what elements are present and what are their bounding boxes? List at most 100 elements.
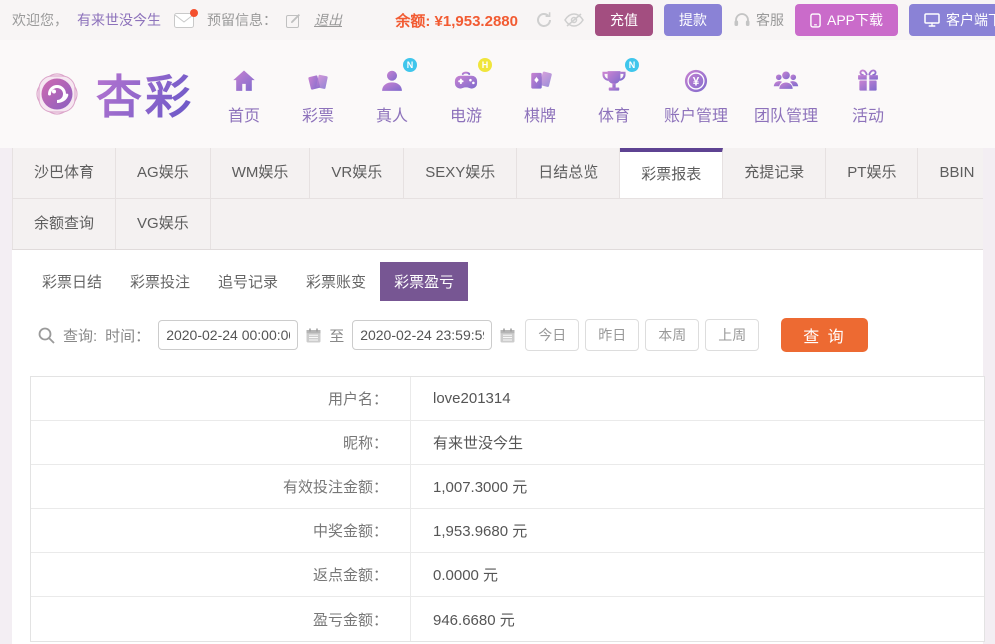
quick-range-button[interactable]: 本周 bbox=[645, 319, 700, 351]
nav-item-egames[interactable]: H 电游 bbox=[442, 57, 492, 126]
tab[interactable]: AG娱乐 bbox=[116, 148, 211, 198]
topbar: 欢迎您， 有来世没今生 预留信息： 退出 余额: ¥1,953.2880 充值 … bbox=[0, 0, 995, 40]
tab[interactable]: 彩票报表 bbox=[620, 148, 724, 198]
row-label: 昵称： bbox=[31, 421, 411, 464]
reserved-info-label: 预留信息： bbox=[207, 12, 277, 28]
tab-row-2: 余额查询 VG娱乐 bbox=[12, 199, 983, 249]
subtab[interactable]: 彩票盈亏 bbox=[380, 262, 469, 301]
hot-badge: H bbox=[478, 57, 492, 72]
nav-label: 团队管理 bbox=[754, 107, 819, 125]
subtab[interactable]: 彩票日结 bbox=[28, 262, 116, 301]
query-bar: 查询: 时间： 至 今日昨日本周上周 查 询 bbox=[38, 318, 983, 352]
profit-report-table: 用户名： love201314 昵称： 有来世没今生 有效投注金额： 1,007… bbox=[30, 376, 985, 642]
site-logo[interactable]: 杏彩 bbox=[28, 61, 194, 127]
nav-label: 彩票 bbox=[301, 107, 334, 125]
quick-range-buttons: 今日 昨日 本周 上周 bbox=[525, 319, 760, 351]
tab[interactable]: VG娱乐 bbox=[116, 199, 211, 249]
tab[interactable]: 日结总览 bbox=[517, 148, 621, 198]
logout-link[interactable]: 退出 bbox=[314, 10, 342, 30]
gamepad-icon: H bbox=[451, 57, 492, 95]
nav-label: 账户管理 bbox=[664, 107, 729, 125]
subtab[interactable]: 彩票投注 bbox=[116, 262, 204, 301]
new-badge: N bbox=[403, 57, 417, 72]
table-row: 用户名： love201314 bbox=[31, 377, 984, 421]
tab[interactable]: WM娱乐 bbox=[211, 148, 311, 198]
nav-item-team[interactable]: 团队管理 bbox=[754, 63, 818, 126]
row-value: 1,953.9680 元 bbox=[433, 523, 528, 540]
app-download-label: APP下载 bbox=[826, 12, 883, 28]
row-value: 有来世没今生 bbox=[433, 435, 524, 452]
nav-label: 首页 bbox=[227, 107, 260, 125]
table-row: 返点金额： 0.0000 元 bbox=[31, 553, 984, 597]
table-row: 盈亏金额： 946.6680 元 bbox=[31, 597, 984, 641]
playing-cards-icon bbox=[526, 63, 554, 95]
quick-range-button[interactable]: 昨日 bbox=[585, 319, 640, 351]
nav-item-sports[interactable]: N 体育 bbox=[590, 57, 639, 126]
customer-service-label: 客服 bbox=[755, 12, 784, 28]
mail-icon[interactable] bbox=[174, 8, 198, 28]
report-tabbar: 沙巴体育 AG娱乐 WM娱乐 VR娱乐 SEXY娱乐 日结总览 彩票报表 充提记录 PT娱乐 BB… bbox=[12, 148, 983, 250]
yuan-coin-icon: ¥ bbox=[682, 63, 710, 95]
datetime-to-input[interactable] bbox=[352, 320, 493, 350]
username: 有来世没今生 bbox=[77, 12, 161, 28]
gift-icon bbox=[854, 63, 882, 95]
nav-item-live[interactable]: N 真人 bbox=[368, 57, 417, 126]
unread-dot bbox=[190, 8, 198, 17]
nav-label: 活动 bbox=[852, 107, 885, 125]
client-download-button[interactable]: 客户端下载 bbox=[909, 4, 995, 36]
nav-item-cards[interactable]: 棋牌 bbox=[516, 63, 564, 126]
datetime-from-input[interactable] bbox=[158, 320, 299, 350]
headset-icon bbox=[733, 12, 751, 28]
to-separator: 至 bbox=[329, 327, 345, 345]
nav-item-home[interactable]: 首页 bbox=[220, 63, 268, 126]
nav-label: 棋牌 bbox=[523, 107, 556, 125]
main-nav: 首页 彩票 N 真人 H 电游 棋牌 N 体育 ¥ 账户管理 团队管理 活动 bbox=[220, 57, 892, 126]
header: 杏彩 首页 彩票 N 真人 H 电游 棋牌 N 体育 ¥ 账户管理 团队管理 活… bbox=[0, 40, 995, 148]
query-submit-button[interactable]: 查 询 bbox=[781, 318, 868, 352]
tab[interactable]: SEXY娱乐 bbox=[404, 148, 518, 198]
quick-range-button[interactable]: 今日 bbox=[525, 319, 580, 351]
recharge-button[interactable]: 充值 bbox=[594, 4, 653, 36]
row-value: 0.0000 元 bbox=[433, 567, 499, 584]
table-row: 有效投注金额： 1,007.3000 元 bbox=[31, 465, 984, 509]
quick-range-button[interactable]: 上周 bbox=[705, 319, 760, 351]
tab[interactable]: 沙巴体育 bbox=[12, 148, 117, 198]
new-badge: N bbox=[625, 57, 639, 72]
app-download-button[interactable]: APP下载 bbox=[794, 4, 898, 36]
tab[interactable]: PT娱乐 bbox=[826, 148, 919, 198]
row-value: love201314 bbox=[433, 390, 511, 407]
customer-service-link[interactable]: 客服 bbox=[733, 10, 784, 30]
query-label: 查询: bbox=[63, 327, 98, 345]
live-dealer-icon: N bbox=[378, 57, 417, 95]
table-row: 中奖金额： 1,953.9680 元 bbox=[31, 509, 984, 553]
withdraw-button[interactable]: 提款 bbox=[663, 4, 722, 36]
nav-item-promotions[interactable]: 活动 bbox=[844, 63, 892, 126]
tab[interactable]: VR娱乐 bbox=[310, 148, 405, 198]
subtab[interactable]: 彩票账变 bbox=[292, 262, 380, 301]
nav-label: 真人 bbox=[375, 107, 408, 125]
tab-row-1: 沙巴体育 AG娱乐 WM娱乐 VR娱乐 SEXY娱乐 日结总览 彩票报表 充提记录 PT娱乐 BB… bbox=[12, 148, 983, 199]
row-label: 返点金额： bbox=[31, 553, 411, 596]
phone-icon bbox=[810, 12, 821, 28]
eye-slash-icon[interactable] bbox=[564, 13, 584, 27]
topbar-right: 余额: ¥1,953.2880 充值 提款 客服 APP下载 客户端下载 bbox=[395, 4, 995, 36]
nav-item-lottery[interactable]: 彩票 bbox=[294, 63, 342, 126]
subtab[interactable]: 追号记录 bbox=[204, 262, 292, 301]
content-area: 彩票日结彩票投注追号记录彩票账变彩票盈亏 查询: 时间： 至 今日昨日本周上周 … bbox=[12, 250, 985, 644]
tab[interactable]: 充提记录 bbox=[723, 148, 827, 198]
row-value: 946.6680 元 bbox=[433, 611, 515, 629]
lottery-subnav: 彩票日结 彩票投注 追号记录 彩票账变 彩票盈亏 bbox=[12, 250, 983, 301]
nav-label: 体育 bbox=[597, 107, 630, 125]
welcome-text: 欢迎您， bbox=[12, 12, 68, 28]
nav-item-account[interactable]: ¥ 账户管理 bbox=[664, 63, 728, 126]
client-download-label: 客户端下载 bbox=[946, 12, 995, 28]
tab[interactable]: BBIN bbox=[918, 148, 995, 198]
tab[interactable]: 余额查询 bbox=[12, 199, 117, 249]
refresh-icon[interactable] bbox=[535, 11, 553, 29]
logo-flower-icon bbox=[28, 65, 86, 123]
calendar-icon[interactable] bbox=[306, 328, 321, 343]
row-label: 盈亏金额： bbox=[31, 597, 411, 641]
calendar-icon[interactable] bbox=[500, 328, 515, 343]
home-icon bbox=[230, 63, 258, 95]
edit-icon[interactable] bbox=[286, 13, 301, 28]
